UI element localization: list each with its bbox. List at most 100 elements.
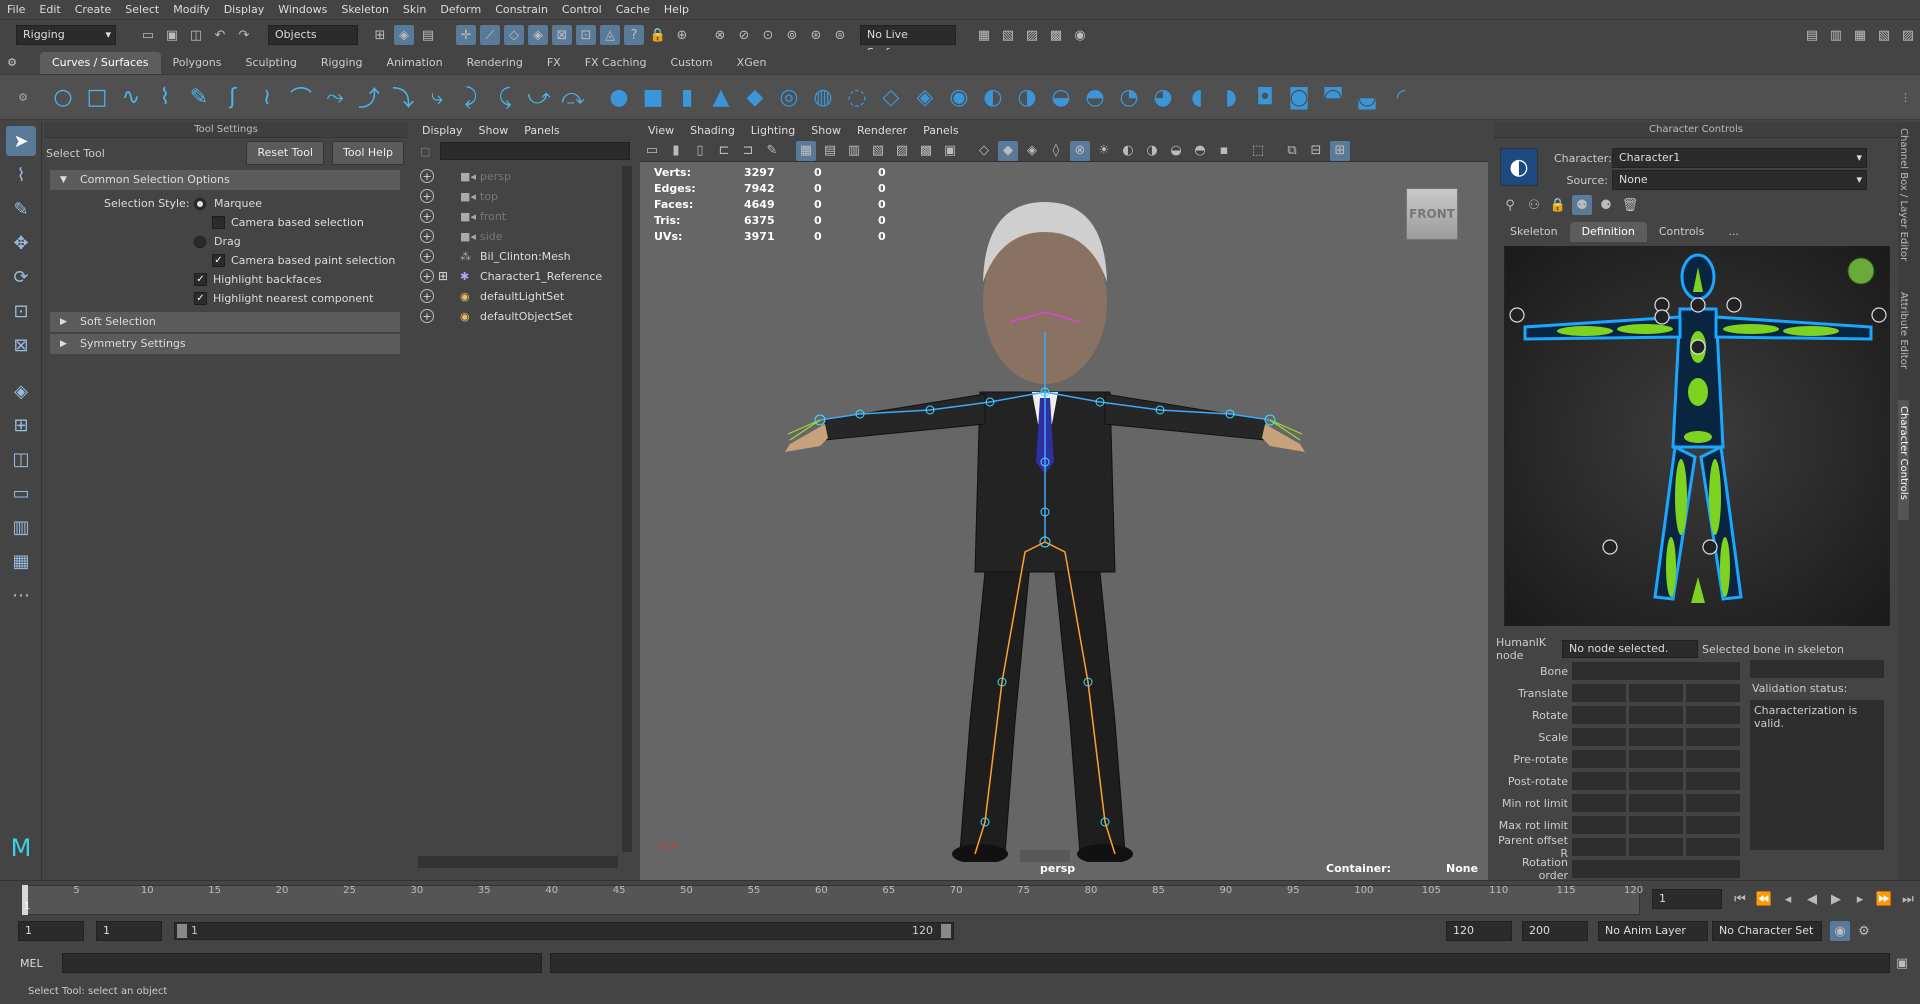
hud-icon[interactable]: ⊞ [1330, 140, 1350, 161]
shelf-tab-curves[interactable]: Curves / Surfaces [40, 52, 161, 74]
select-misc-icon[interactable]: ? [624, 25, 644, 45]
extrude-icon[interactable]: ◈ [910, 82, 940, 112]
step-forward-key-icon[interactable]: ⏩ [1874, 889, 1894, 909]
project-curve-icon[interactable]: ◔ [1114, 82, 1144, 112]
camera-lock-icon[interactable]: ▮ [666, 141, 686, 161]
render-frame-icon[interactable]: ▧ [998, 25, 1018, 45]
prop-field[interactable] [1572, 662, 1740, 680]
resolution-gate-icon[interactable]: ▥ [844, 141, 864, 161]
menu-cache[interactable]: Cache [609, 0, 657, 20]
range-start-handle[interactable] [177, 924, 187, 938]
nurbs-circle-icon[interactable]: ○ [48, 82, 78, 112]
shelf-tab-sculpting[interactable]: Sculpting [233, 52, 308, 74]
single-perspective-icon[interactable]: ◈ [6, 376, 36, 406]
nurbs-torus-icon[interactable]: ◎ [774, 82, 804, 112]
snap-surface-icon[interactable]: ⊛ [806, 25, 826, 45]
outliner-item[interactable]: + ■◂ persp [414, 166, 636, 186]
step-forward-frame-icon[interactable]: ▸ [1850, 889, 1870, 909]
extend-surface-icon[interactable]: ◛ [1352, 82, 1382, 112]
redo-icon[interactable]: ↷ [234, 25, 254, 45]
prop-field[interactable] [1629, 728, 1683, 746]
menu-help[interactable]: Help [657, 0, 696, 20]
expand-icon[interactable]: + [420, 189, 434, 203]
revolve-icon[interactable]: ◍ [808, 82, 838, 112]
snap-view-icon[interactable]: ⊚ [782, 25, 802, 45]
safe-title-icon[interactable]: ▣ [940, 141, 960, 161]
anim-end-field[interactable]: 200 [1522, 921, 1588, 941]
prop-field[interactable] [1629, 684, 1683, 702]
filter-icon[interactable]: ▢ [420, 145, 440, 158]
menuset-dropdown[interactable]: Rigging ▾ [16, 25, 116, 45]
paint-select-icon[interactable]: ✎ [6, 194, 36, 224]
expand-icon[interactable]: + [420, 309, 434, 323]
source-dropdown[interactable]: None ▾ [1612, 170, 1867, 190]
prop-field[interactable] [1686, 816, 1740, 834]
persp-graph-icon[interactable]: ▭ [6, 478, 36, 508]
outliner-item[interactable]: + ⊞ ✱ Character1_Reference [414, 266, 636, 286]
outliner-item[interactable]: + ■◂ front [414, 206, 636, 226]
detach-curves-icon[interactable]: ⤴ [354, 82, 384, 112]
range-end-handle[interactable] [941, 924, 951, 938]
select-component-icon[interactable]: ▤ [418, 25, 438, 45]
snap-grid-icon[interactable]: ⊗ [710, 25, 730, 45]
prop-field[interactable] [1572, 728, 1626, 746]
playback-end-field[interactable]: 120 [1446, 921, 1512, 941]
command-input[interactable] [62, 953, 542, 973]
hik-skeleton-figure[interactable] [1505, 247, 1891, 627]
tab-channel-box[interactable]: Channel Box / Layer Editor [1898, 122, 1909, 272]
prop-field[interactable] [1686, 684, 1740, 702]
menu-windows[interactable]: Windows [271, 0, 334, 20]
outliner-vscrollbar[interactable] [622, 166, 632, 852]
shelf-tab-animation[interactable]: Animation [375, 52, 455, 74]
expand-icon[interactable]: + [420, 169, 434, 183]
outliner-menu-panels[interactable]: Panels [516, 122, 567, 140]
menu-deform[interactable]: Deform [433, 0, 488, 20]
live-surface-field[interactable]: No Live Surface [860, 25, 956, 59]
prop-field[interactable] [1686, 794, 1740, 812]
extend-curve-icon[interactable]: ⤷ [422, 82, 452, 112]
prop-field[interactable] [1629, 838, 1683, 856]
expand-icon[interactable]: + [420, 229, 434, 243]
render-settings-icon[interactable]: ▩ [1046, 25, 1066, 45]
marquee-radio[interactable] [194, 197, 206, 210]
workspace-icon[interactable]: ▤ [1802, 25, 1822, 45]
menu-create[interactable]: Create [68, 0, 119, 20]
scale-tool-icon[interactable]: ⊡ [6, 296, 36, 326]
shelf-tab-xgen[interactable]: XGen [725, 52, 779, 74]
save-scene-icon[interactable]: ◫ [186, 25, 206, 45]
hik-delete-icon[interactable]: 🗑 [1620, 195, 1640, 215]
hik-menu-icon[interactable]: ⚲ [1500, 195, 1520, 215]
add-points-icon[interactable]: ⤻ [524, 82, 554, 112]
depth-of-field-icon[interactable]: ▪ [1214, 141, 1234, 161]
selection-mode-dropdown[interactable]: Objects [268, 25, 358, 45]
step-back-frame-icon[interactable]: ◂ [1778, 889, 1798, 909]
section-symmetry[interactable]: ▶ Symmetry Settings [50, 334, 400, 354]
menu-display[interactable]: Display [217, 0, 272, 20]
xray-active-icon[interactable]: ⊟ [1306, 141, 1326, 161]
select-curve-icon[interactable]: ◇ [504, 25, 524, 45]
ep-curve-icon[interactable]: ⌇ [150, 82, 180, 112]
expand-icon[interactable]: + [420, 209, 434, 223]
open-scene-icon[interactable]: ▣ [162, 25, 182, 45]
tab-definition[interactable]: Definition [1569, 222, 1647, 242]
planar-icon[interactable]: ◇ [876, 82, 906, 112]
xray-joints-icon[interactable]: ⧉ [1282, 141, 1302, 161]
nurbs-cube-icon[interactable]: ■ [638, 82, 668, 112]
drag-radio[interactable] [194, 235, 206, 248]
ambient-occlusion-icon[interactable]: ◑ [1142, 141, 1162, 161]
new-scene-icon[interactable]: ▭ [138, 25, 158, 45]
more-layouts-icon[interactable]: ⋯ [6, 580, 36, 610]
prop-field[interactable] [1572, 684, 1626, 702]
nurbs-plane-icon[interactable]: ◆ [740, 82, 770, 112]
insert-isoparm-icon[interactable]: ◚ [1318, 82, 1348, 112]
snap-point-icon[interactable]: ⊙ [758, 25, 778, 45]
detach-surfaces-icon[interactable]: ◘ [1250, 82, 1280, 112]
outliner-item[interactable]: + ◉ defaultObjectSet [414, 306, 636, 326]
sidebar-toggle-icon[interactable]: ▧ [1874, 25, 1894, 45]
nurbs-square-icon[interactable]: □ [82, 82, 112, 112]
go-to-start-icon[interactable]: ⏮ [1730, 889, 1750, 909]
go-to-end-icon[interactable]: ⏭ [1898, 889, 1918, 909]
prop-field[interactable] [1686, 750, 1740, 768]
hik-skeleton-icon[interactable]: ⚉ [1572, 195, 1592, 215]
pencil-curve-icon[interactable]: ✎ [184, 82, 214, 112]
